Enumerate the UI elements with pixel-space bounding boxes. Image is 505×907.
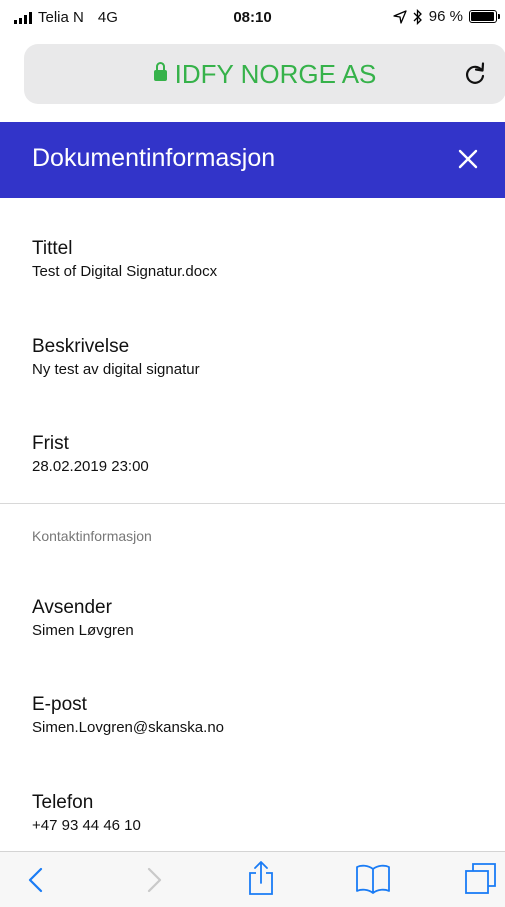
phone-field: Telefon +47 93 44 46 10 — [32, 792, 141, 836]
address-bar[interactable]: IDFY NORGE AS — [24, 44, 505, 104]
phone-label: Telefon — [32, 792, 94, 813]
share-icon[interactable] — [246, 860, 276, 896]
description-value: Ny test av digital signatur — [32, 361, 200, 378]
status-right: 96 % — [393, 8, 500, 25]
dialog-header: Dokumentinformasjon — [0, 122, 505, 198]
deadline-field: Frist 28.02.2019 23:00 — [32, 433, 149, 477]
reload-icon[interactable] — [462, 60, 488, 88]
email-field: E-post Simen.Lovgren@skanska.no — [32, 694, 224, 738]
browser-toolbar — [0, 851, 505, 907]
dialog-title: Dokumentinformasjon — [32, 144, 276, 172]
site-name: IDFY NORGE AS — [174, 59, 377, 89]
contact-section-title: Kontaktinformasjon — [32, 528, 152, 544]
status-bar: Telia N 4G 08:10 96 % — [0, 0, 505, 36]
tabs-icon[interactable] — [464, 861, 498, 895]
battery-icon — [469, 10, 500, 23]
phone-value[interactable]: +47 93 44 46 10 — [32, 816, 141, 836]
deadline-label: Frist — [32, 433, 69, 454]
title-value: Test of Digital Signatur.docx — [32, 263, 218, 280]
section-divider — [0, 503, 505, 504]
description-field: Beskrivelse Ny test av digital signatur — [32, 336, 200, 380]
site-title[interactable]: IDFY NORGE AS — [24, 59, 505, 90]
sender-field: Avsender Simen Løvgren — [32, 597, 134, 641]
close-icon[interactable] — [451, 142, 485, 176]
forward-icon[interactable] — [144, 866, 164, 894]
bookmarks-icon[interactable] — [355, 864, 391, 894]
title-field: Tittel Test of Digital Signatur.docx — [32, 238, 217, 282]
back-icon[interactable] — [26, 866, 46, 894]
email-value[interactable]: Simen.Lovgren@skanska.no — [32, 718, 224, 738]
deadline-value: 28.02.2019 23:00 — [32, 458, 149, 475]
sender-label: Avsender — [32, 597, 112, 618]
sender-value: Simen Løvgren — [32, 622, 134, 639]
email-label: E-post — [32, 694, 87, 715]
title-label: Tittel — [32, 238, 73, 259]
description-label: Beskrivelse — [32, 336, 130, 357]
location-icon — [393, 9, 407, 24]
battery-percent: 96 % — [428, 8, 463, 25]
bluetooth-icon — [413, 8, 422, 25]
lock-icon — [153, 62, 167, 81]
